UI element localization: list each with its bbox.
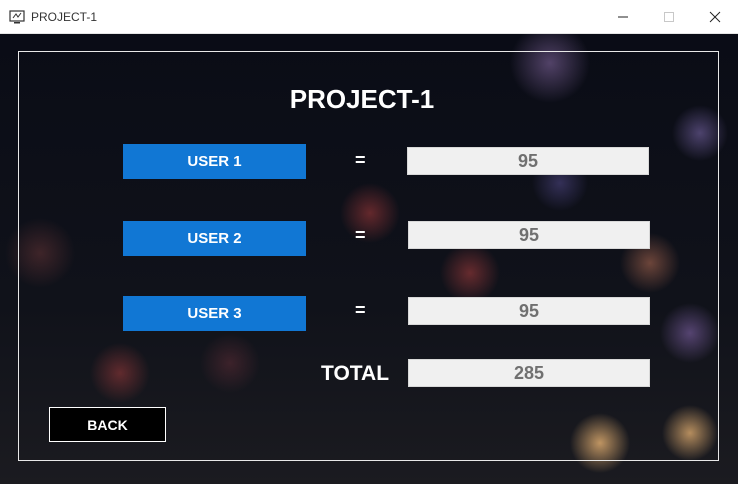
equals-sign: = (355, 150, 366, 170)
user-1-value-field[interactable]: 95 (407, 147, 649, 175)
total-value-field[interactable]: 285 (408, 359, 650, 387)
back-button[interactable]: BACK (49, 407, 166, 442)
page-title: PROJECT-1 (289, 84, 435, 114)
equals-sign: = (355, 300, 366, 320)
user-2-label: USER 2 (123, 221, 306, 256)
user-1-label: USER 1 (123, 144, 306, 179)
equals-sign: = (355, 225, 366, 245)
app-window: PROJECT-1 PROJECT-1 USER 1 = 95 USER 2 =… (0, 0, 738, 484)
maximize-icon[interactable] (646, 0, 692, 33)
title-bar[interactable]: PROJECT-1 (0, 0, 738, 34)
close-icon[interactable] (692, 0, 738, 33)
user-3-label: USER 3 (123, 296, 306, 331)
monitor-app-icon (9, 9, 25, 25)
window-title: PROJECT-1 (31, 9, 98, 24)
user-2-value-field[interactable]: 95 (408, 221, 650, 249)
minimize-icon[interactable] (600, 0, 646, 33)
total-label: TOTAL (321, 362, 390, 385)
user-3-value-field[interactable]: 95 (408, 297, 650, 325)
